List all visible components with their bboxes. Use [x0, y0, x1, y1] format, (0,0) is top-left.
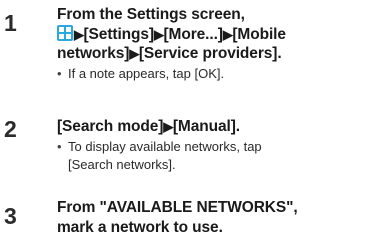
step-number: 3 [4, 203, 17, 229]
bullet-icon: • [57, 138, 62, 154]
arrow-icon: ▶ [74, 26, 84, 42]
step-heading-line: mark a network to use. [57, 218, 223, 236]
step-number: 2 [4, 116, 17, 142]
arrow-icon: ▶ [222, 26, 233, 42]
note-text: If a note appears, tap [OK]. [68, 65, 225, 81]
menu-path-item: [Manual]. [172, 118, 240, 135]
apps-grid-icon [57, 24, 73, 41]
step-note: • To display available networks, tap [57, 138, 381, 156]
menu-path-item: [Mobile [232, 25, 286, 43]
menu-path-item: networks] [57, 45, 130, 62]
step-body: From the Settings screen, ▶[Settings]▶[M… [57, 5, 381, 83]
step-note: • If a note appears, tap [OK]. [57, 65, 381, 83]
step-heading-line: ▶[Settings]▶[More...]▶[Mobile [57, 24, 381, 45]
step-body: From "AVAILABLE NETWORKS", mark a networ… [57, 198, 381, 237]
step-note-continued: [Search networks]. [57, 156, 381, 174]
menu-path-item: [Service providers]. [138, 45, 282, 62]
step-heading-line: From "AVAILABLE NETWORKS", [57, 199, 298, 216]
bullet-icon: • [57, 65, 62, 81]
step-heading-line: networks]▶[Service providers]. [57, 44, 381, 64]
menu-path-item: [More...] [163, 25, 223, 43]
step-heading-line: [Search mode]▶[Manual]. [57, 117, 381, 137]
step-number: 1 [4, 10, 17, 36]
step-body: [Search mode]▶[Manual]. • To display avai… [57, 117, 381, 174]
menu-path-item: [Settings] [83, 25, 155, 43]
menu-path-item: [Search mode] [57, 118, 164, 135]
arrow-icon: ▶ [129, 46, 139, 61]
note-text: [Search networks]. [68, 156, 176, 172]
arrow-icon: ▶ [163, 119, 173, 134]
step-heading-line: From the Settings screen, [57, 6, 245, 23]
note-text: To display available networks, tap [68, 138, 262, 154]
